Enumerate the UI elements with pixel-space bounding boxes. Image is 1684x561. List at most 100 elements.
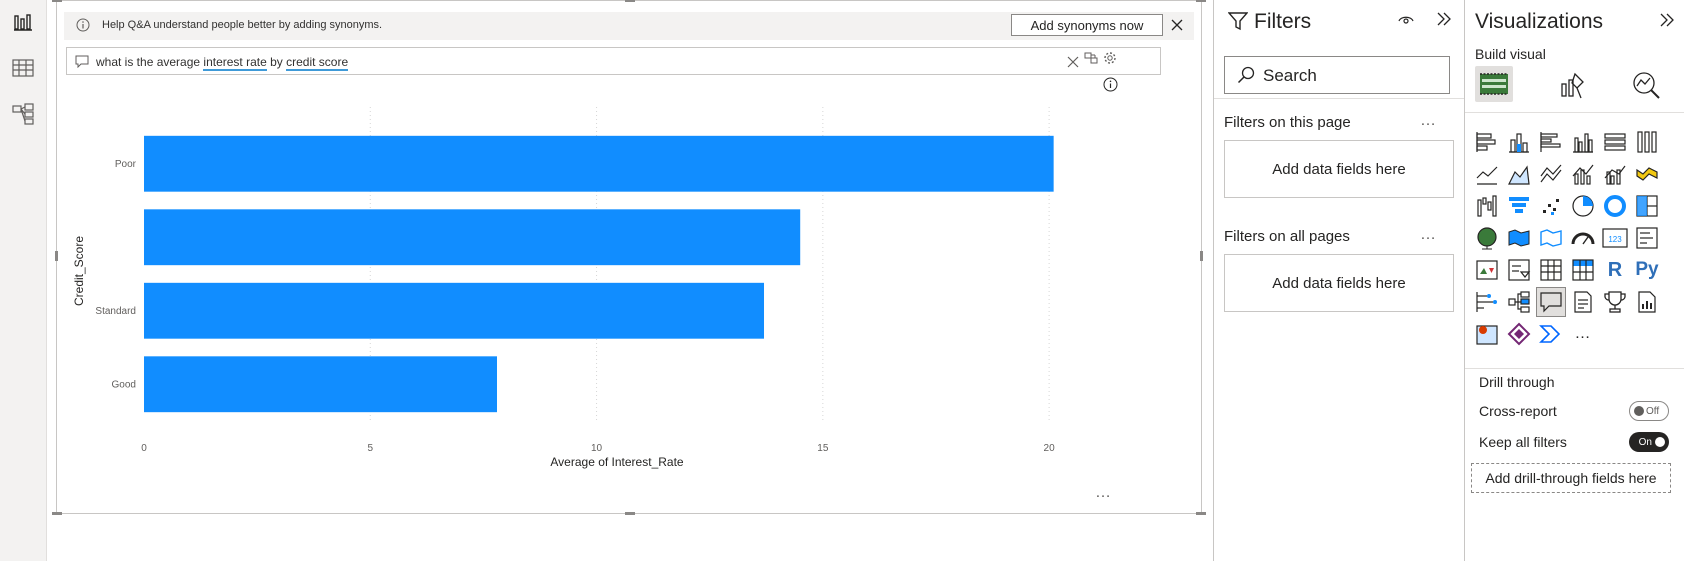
decomposition-tree-icon[interactable] bbox=[1505, 288, 1533, 316]
filters-on-all-pages-label: Filters on all pages bbox=[1224, 228, 1350, 245]
more-options-icon[interactable]: … bbox=[1420, 112, 1437, 130]
collapse-chevron-icon[interactable] bbox=[1659, 12, 1675, 33]
qna-visual-icon[interactable] bbox=[1536, 287, 1566, 317]
multi-row-card-icon[interactable] bbox=[1633, 224, 1661, 252]
scatter-chart-icon[interactable] bbox=[1537, 192, 1565, 220]
resize-handle[interactable] bbox=[52, 512, 62, 515]
smart-narrative-icon[interactable] bbox=[1569, 288, 1597, 316]
trophy-icon[interactable] bbox=[1601, 288, 1629, 316]
build-visual-label: Build visual bbox=[1475, 46, 1546, 62]
eye-icon[interactable] bbox=[1398, 12, 1414, 31]
waterfall-chart-icon[interactable] bbox=[1473, 192, 1501, 220]
ribbon-chart-icon[interactable] bbox=[1633, 160, 1661, 188]
model-icon[interactable] bbox=[10, 101, 36, 127]
question-term-interest-rate: interest rate bbox=[203, 55, 267, 71]
x-axis-title: Average of Interest_Rate bbox=[550, 455, 684, 469]
fields-well-icon bbox=[1480, 73, 1508, 95]
clear-icon[interactable] bbox=[1067, 55, 1079, 73]
divider bbox=[1465, 112, 1684, 113]
filters-pane: Filters Search Filters on this page … Ad… bbox=[1213, 0, 1464, 561]
drill-through-dropzone[interactable]: Add drill-through fields here bbox=[1471, 463, 1671, 493]
convert-visual-icon[interactable] bbox=[1084, 51, 1098, 70]
table-visual-icon[interactable] bbox=[1537, 256, 1565, 284]
resize-handle[interactable] bbox=[625, 0, 635, 2]
x-tick-label: 15 bbox=[817, 443, 829, 454]
drill-through-title: Drill through bbox=[1479, 374, 1555, 390]
line-and-column-chart-icon[interactable] bbox=[1569, 160, 1597, 188]
python-visual-icon[interactable]: Py bbox=[1633, 256, 1661, 284]
resize-handle[interactable] bbox=[625, 512, 635, 515]
line-chart-icon[interactable] bbox=[1473, 160, 1501, 188]
filled-map-icon[interactable] bbox=[1505, 224, 1533, 252]
settings-gear-icon[interactable] bbox=[1103, 51, 1117, 70]
bar[interactable] bbox=[144, 135, 1054, 192]
card-icon[interactable]: 123 bbox=[1601, 224, 1629, 252]
area-chart-icon[interactable] bbox=[1505, 160, 1533, 188]
format-visual-icon[interactable] bbox=[1559, 70, 1587, 105]
all-pages-filters-dropzone[interactable]: Add data fields here bbox=[1224, 254, 1454, 312]
table-icon[interactable] bbox=[10, 55, 36, 81]
banner-text: Help Q&A understand people better by add… bbox=[102, 19, 383, 31]
cross-report-state: Off bbox=[1646, 405, 1660, 417]
question-term-credit-score: credit score bbox=[286, 55, 349, 71]
gauge-icon[interactable] bbox=[1569, 224, 1597, 252]
page-filters-dropzone[interactable]: Add data fields here bbox=[1224, 140, 1454, 198]
power-apps-icon[interactable] bbox=[1505, 320, 1533, 348]
resize-handle[interactable] bbox=[52, 0, 62, 2]
stacked-area-chart-icon[interactable] bbox=[1537, 160, 1565, 188]
x-tick-label: 10 bbox=[591, 443, 603, 454]
qna-question-input[interactable]: what is the average interest rate by cre… bbox=[66, 47, 1161, 75]
matrix-icon[interactable] bbox=[1569, 256, 1597, 284]
collapse-chevron-icon[interactable] bbox=[1436, 11, 1452, 32]
clustered-column-chart-icon[interactable] bbox=[1569, 128, 1597, 156]
cross-report-toggle[interactable]: Off bbox=[1629, 401, 1669, 421]
add-synonyms-button[interactable]: Add synonyms now bbox=[1011, 14, 1163, 36]
bar[interactable] bbox=[144, 209, 801, 266]
filter-search-input[interactable]: Search bbox=[1224, 56, 1450, 94]
build-visual-tab[interactable] bbox=[1475, 66, 1513, 102]
question-text: what is the average interest rate by cre… bbox=[96, 55, 349, 71]
azure-map-icon[interactable] bbox=[1473, 320, 1501, 348]
kpi-icon[interactable] bbox=[1473, 256, 1501, 284]
stacked-column-chart-icon[interactable] bbox=[1505, 128, 1533, 156]
100-stacked-bar-chart-icon[interactable] bbox=[1601, 128, 1629, 156]
shape-map-icon[interactable] bbox=[1537, 224, 1565, 252]
100-stacked-column-chart-icon[interactable] bbox=[1633, 128, 1661, 156]
more-options-icon[interactable]: … bbox=[1095, 484, 1112, 502]
more-options-icon[interactable]: … bbox=[1420, 226, 1437, 244]
clustered-bar-chart-icon[interactable] bbox=[1537, 128, 1565, 156]
paginated-report-icon[interactable] bbox=[1633, 288, 1661, 316]
line-and-clustered-column-icon[interactable] bbox=[1601, 160, 1629, 188]
resize-handle[interactable] bbox=[1196, 512, 1206, 515]
bar[interactable] bbox=[144, 356, 497, 413]
question-prefix: what is the average bbox=[96, 55, 204, 69]
toggle-knob bbox=[1634, 406, 1644, 416]
bar[interactable] bbox=[144, 282, 765, 339]
key-influencers-icon[interactable] bbox=[1473, 288, 1501, 316]
question-middle: by bbox=[266, 55, 287, 69]
divider bbox=[1465, 368, 1684, 369]
qna-visual[interactable]: Help Q&A understand people better by add… bbox=[52, 0, 1206, 515]
visualizations-title: Visualizations bbox=[1475, 10, 1604, 33]
svg-text:123: 123 bbox=[1608, 235, 1622, 244]
keep-all-filters-toggle[interactable]: On bbox=[1629, 432, 1669, 452]
close-icon[interactable] bbox=[1170, 18, 1184, 37]
resize-handle[interactable] bbox=[1196, 0, 1206, 2]
y-tick-label: Poor bbox=[115, 159, 137, 170]
search-placeholder: Search bbox=[1263, 66, 1317, 85]
donut-chart-icon[interactable] bbox=[1601, 192, 1629, 220]
bar-chart-icon[interactable] bbox=[10, 9, 36, 35]
stacked-bar-chart-icon[interactable] bbox=[1473, 128, 1501, 156]
slicer-icon[interactable] bbox=[1505, 256, 1533, 284]
r-script-visual-icon[interactable]: R bbox=[1601, 256, 1629, 284]
keep-all-filters-label: Keep all filters bbox=[1479, 434, 1567, 450]
map-icon[interactable] bbox=[1473, 224, 1501, 252]
y-tick-label: Standard bbox=[95, 306, 136, 317]
analytics-icon[interactable] bbox=[1631, 70, 1661, 105]
y-tick-label: Good bbox=[112, 379, 136, 390]
treemap-icon[interactable] bbox=[1633, 192, 1661, 220]
more-visuals-icon[interactable]: … bbox=[1569, 320, 1597, 348]
power-automate-icon[interactable] bbox=[1537, 320, 1565, 348]
funnel-chart-icon[interactable] bbox=[1505, 192, 1533, 220]
pie-chart-icon[interactable] bbox=[1569, 192, 1597, 220]
